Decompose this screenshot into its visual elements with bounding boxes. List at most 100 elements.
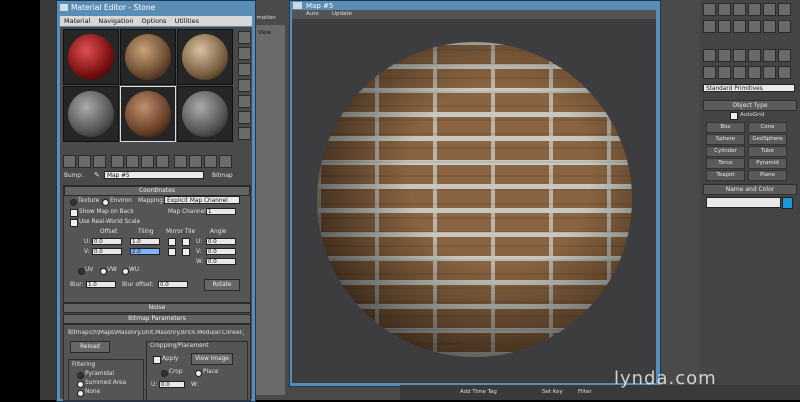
none-radio[interactable] xyxy=(77,390,84,397)
background-icon[interactable] xyxy=(238,63,251,76)
v-mirror-checkbox[interactable] xyxy=(168,248,176,256)
material-slot-3[interactable] xyxy=(177,29,233,85)
layer-icon[interactable] xyxy=(718,20,731,33)
blur-offset-spinner[interactable]: 0.0 xyxy=(158,281,188,288)
object-type-header[interactable]: Object Type xyxy=(703,100,797,111)
show-map-in-viewport-icon[interactable] xyxy=(174,155,187,168)
view-image-button[interactable]: View Image xyxy=(191,353,233,365)
reset-map-icon[interactable] xyxy=(111,155,124,168)
go-to-parent-icon[interactable] xyxy=(204,155,217,168)
curve-editor-icon[interactable] xyxy=(733,20,746,33)
primitive-type-dropdown[interactable]: Standard Primitives xyxy=(703,84,795,92)
edit-named-icon[interactable] xyxy=(763,3,776,16)
schematic-icon[interactable] xyxy=(748,20,761,33)
crop-radio[interactable] xyxy=(161,370,168,377)
utilities-tab-icon[interactable] xyxy=(778,49,791,62)
sample-type-icon[interactable] xyxy=(238,31,251,44)
cylinder-button[interactable]: Cylinder xyxy=(706,146,745,157)
put-to-library-icon[interactable] xyxy=(141,155,154,168)
bitmap-parameters-header[interactable]: Bitmap Parameters xyxy=(63,314,251,324)
viewport-label[interactable]: View xyxy=(258,30,271,36)
cone-button[interactable]: Cone xyxy=(748,122,787,133)
options-icon[interactable] xyxy=(238,127,251,140)
make-preview-icon[interactable] xyxy=(238,111,251,124)
menu-options[interactable]: Options xyxy=(141,17,166,25)
material-slot-2[interactable] xyxy=(120,29,176,85)
helpers-icon[interactable] xyxy=(763,66,776,79)
map-channel-spinner[interactable]: 1 xyxy=(206,208,236,215)
show-map-on-back-checkbox[interactable] xyxy=(70,209,78,217)
box-button[interactable]: Box xyxy=(706,122,745,133)
assign-to-selection-icon[interactable] xyxy=(93,155,106,168)
material-editor-icon[interactable] xyxy=(763,20,776,33)
cameras-icon[interactable] xyxy=(748,66,761,79)
uv-radio[interactable] xyxy=(78,268,85,275)
update-button[interactable]: Update xyxy=(332,11,352,17)
modify-tab-icon[interactable] xyxy=(718,49,731,62)
teapot-button[interactable]: Teapot xyxy=(706,170,745,181)
mapping-dropdown[interactable]: Explicit Map Channel xyxy=(164,196,240,204)
add-time-tag-button[interactable]: Add Time Tag xyxy=(460,389,497,395)
environ-radio[interactable] xyxy=(102,199,109,206)
geosphere-button[interactable]: GeoSphere xyxy=(748,134,787,145)
object-name-input[interactable] xyxy=(706,197,781,208)
u-crop-spinner[interactable]: 0.0 xyxy=(159,381,185,388)
lights-icon[interactable] xyxy=(733,66,746,79)
wu-radio[interactable] xyxy=(122,268,129,275)
geometry-icon[interactable] xyxy=(703,66,716,79)
video-color-check-icon[interactable] xyxy=(238,95,251,108)
u-mirror-checkbox[interactable] xyxy=(168,238,176,246)
bitmap-path-button[interactable]: ch\Maps\Masonry.Unit.Masonry.Brick.Modul… xyxy=(90,330,244,336)
place-radio[interactable] xyxy=(195,370,202,377)
rotate-button[interactable]: Rotate xyxy=(204,279,240,291)
display-tab-icon[interactable] xyxy=(763,49,776,62)
object-color-swatch[interactable] xyxy=(782,197,793,209)
apply-checkbox[interactable] xyxy=(153,356,161,364)
plane-button[interactable]: Plane xyxy=(748,170,787,181)
menu-material[interactable]: Material xyxy=(64,17,90,25)
texture-radio[interactable] xyxy=(70,199,77,206)
shapes-icon[interactable] xyxy=(718,66,731,79)
pin-icon[interactable] xyxy=(718,3,731,16)
u-angle-spinner[interactable]: 0.0 xyxy=(206,238,236,245)
coordinates-header[interactable]: Coordinates xyxy=(64,186,250,196)
u-offset-spinner[interactable]: 0.0 xyxy=(92,238,122,245)
v-tiling-spinner[interactable]: 2.0 xyxy=(130,248,160,255)
make-unique-icon[interactable] xyxy=(126,155,139,168)
render-setup-icon[interactable] xyxy=(778,20,791,33)
show-end-result-icon[interactable] xyxy=(189,155,202,168)
set-key-button[interactable]: Set Key xyxy=(542,389,563,395)
material-slot-1[interactable] xyxy=(63,29,119,85)
noise-rollout-header[interactable]: Noise xyxy=(63,303,251,313)
v-offset-spinner[interactable]: 0.0 xyxy=(92,248,122,255)
go-forward-sibling-icon[interactable] xyxy=(219,155,232,168)
hierarchy-tab-icon[interactable] xyxy=(733,49,746,62)
w-angle-spinner[interactable]: 0.0 xyxy=(206,258,236,265)
get-material-icon[interactable] xyxy=(63,155,76,168)
put-to-scene-icon[interactable] xyxy=(78,155,91,168)
filters-button[interactable]: Filter xyxy=(578,389,592,395)
summed-area-radio[interactable] xyxy=(77,381,84,388)
create-tab-icon[interactable] xyxy=(703,49,716,62)
percent-icon[interactable] xyxy=(733,3,746,16)
snap-icon[interactable] xyxy=(703,3,716,16)
blur-spinner[interactable]: 1.0 xyxy=(86,281,116,288)
name-and-color-header[interactable]: Name and Color xyxy=(703,184,797,195)
map-name-field[interactable]: Map #5 xyxy=(104,171,204,179)
menu-navigation[interactable]: Navigation xyxy=(98,17,133,25)
pyramidal-radio[interactable] xyxy=(77,372,84,379)
pyramid-button[interactable]: Pyramid xyxy=(748,158,787,169)
tube-button[interactable]: Tube xyxy=(748,146,787,157)
u-tile-checkbox[interactable] xyxy=(182,238,190,246)
use-real-world-checkbox[interactable] xyxy=(70,219,78,227)
material-slot-4[interactable] xyxy=(63,86,119,142)
spacewarps-icon[interactable] xyxy=(778,66,791,79)
torus-button[interactable]: Torus xyxy=(706,158,745,169)
sphere-button[interactable]: Sphere xyxy=(706,134,745,145)
material-slot-5-active[interactable] xyxy=(120,86,176,142)
reload-button[interactable]: Reload xyxy=(70,341,110,353)
material-id-icon[interactable] xyxy=(156,155,169,168)
sample-uv-tiling-icon[interactable] xyxy=(238,79,251,92)
u-tiling-spinner[interactable]: 1.0 xyxy=(130,238,160,245)
mirror-icon[interactable] xyxy=(778,3,791,16)
